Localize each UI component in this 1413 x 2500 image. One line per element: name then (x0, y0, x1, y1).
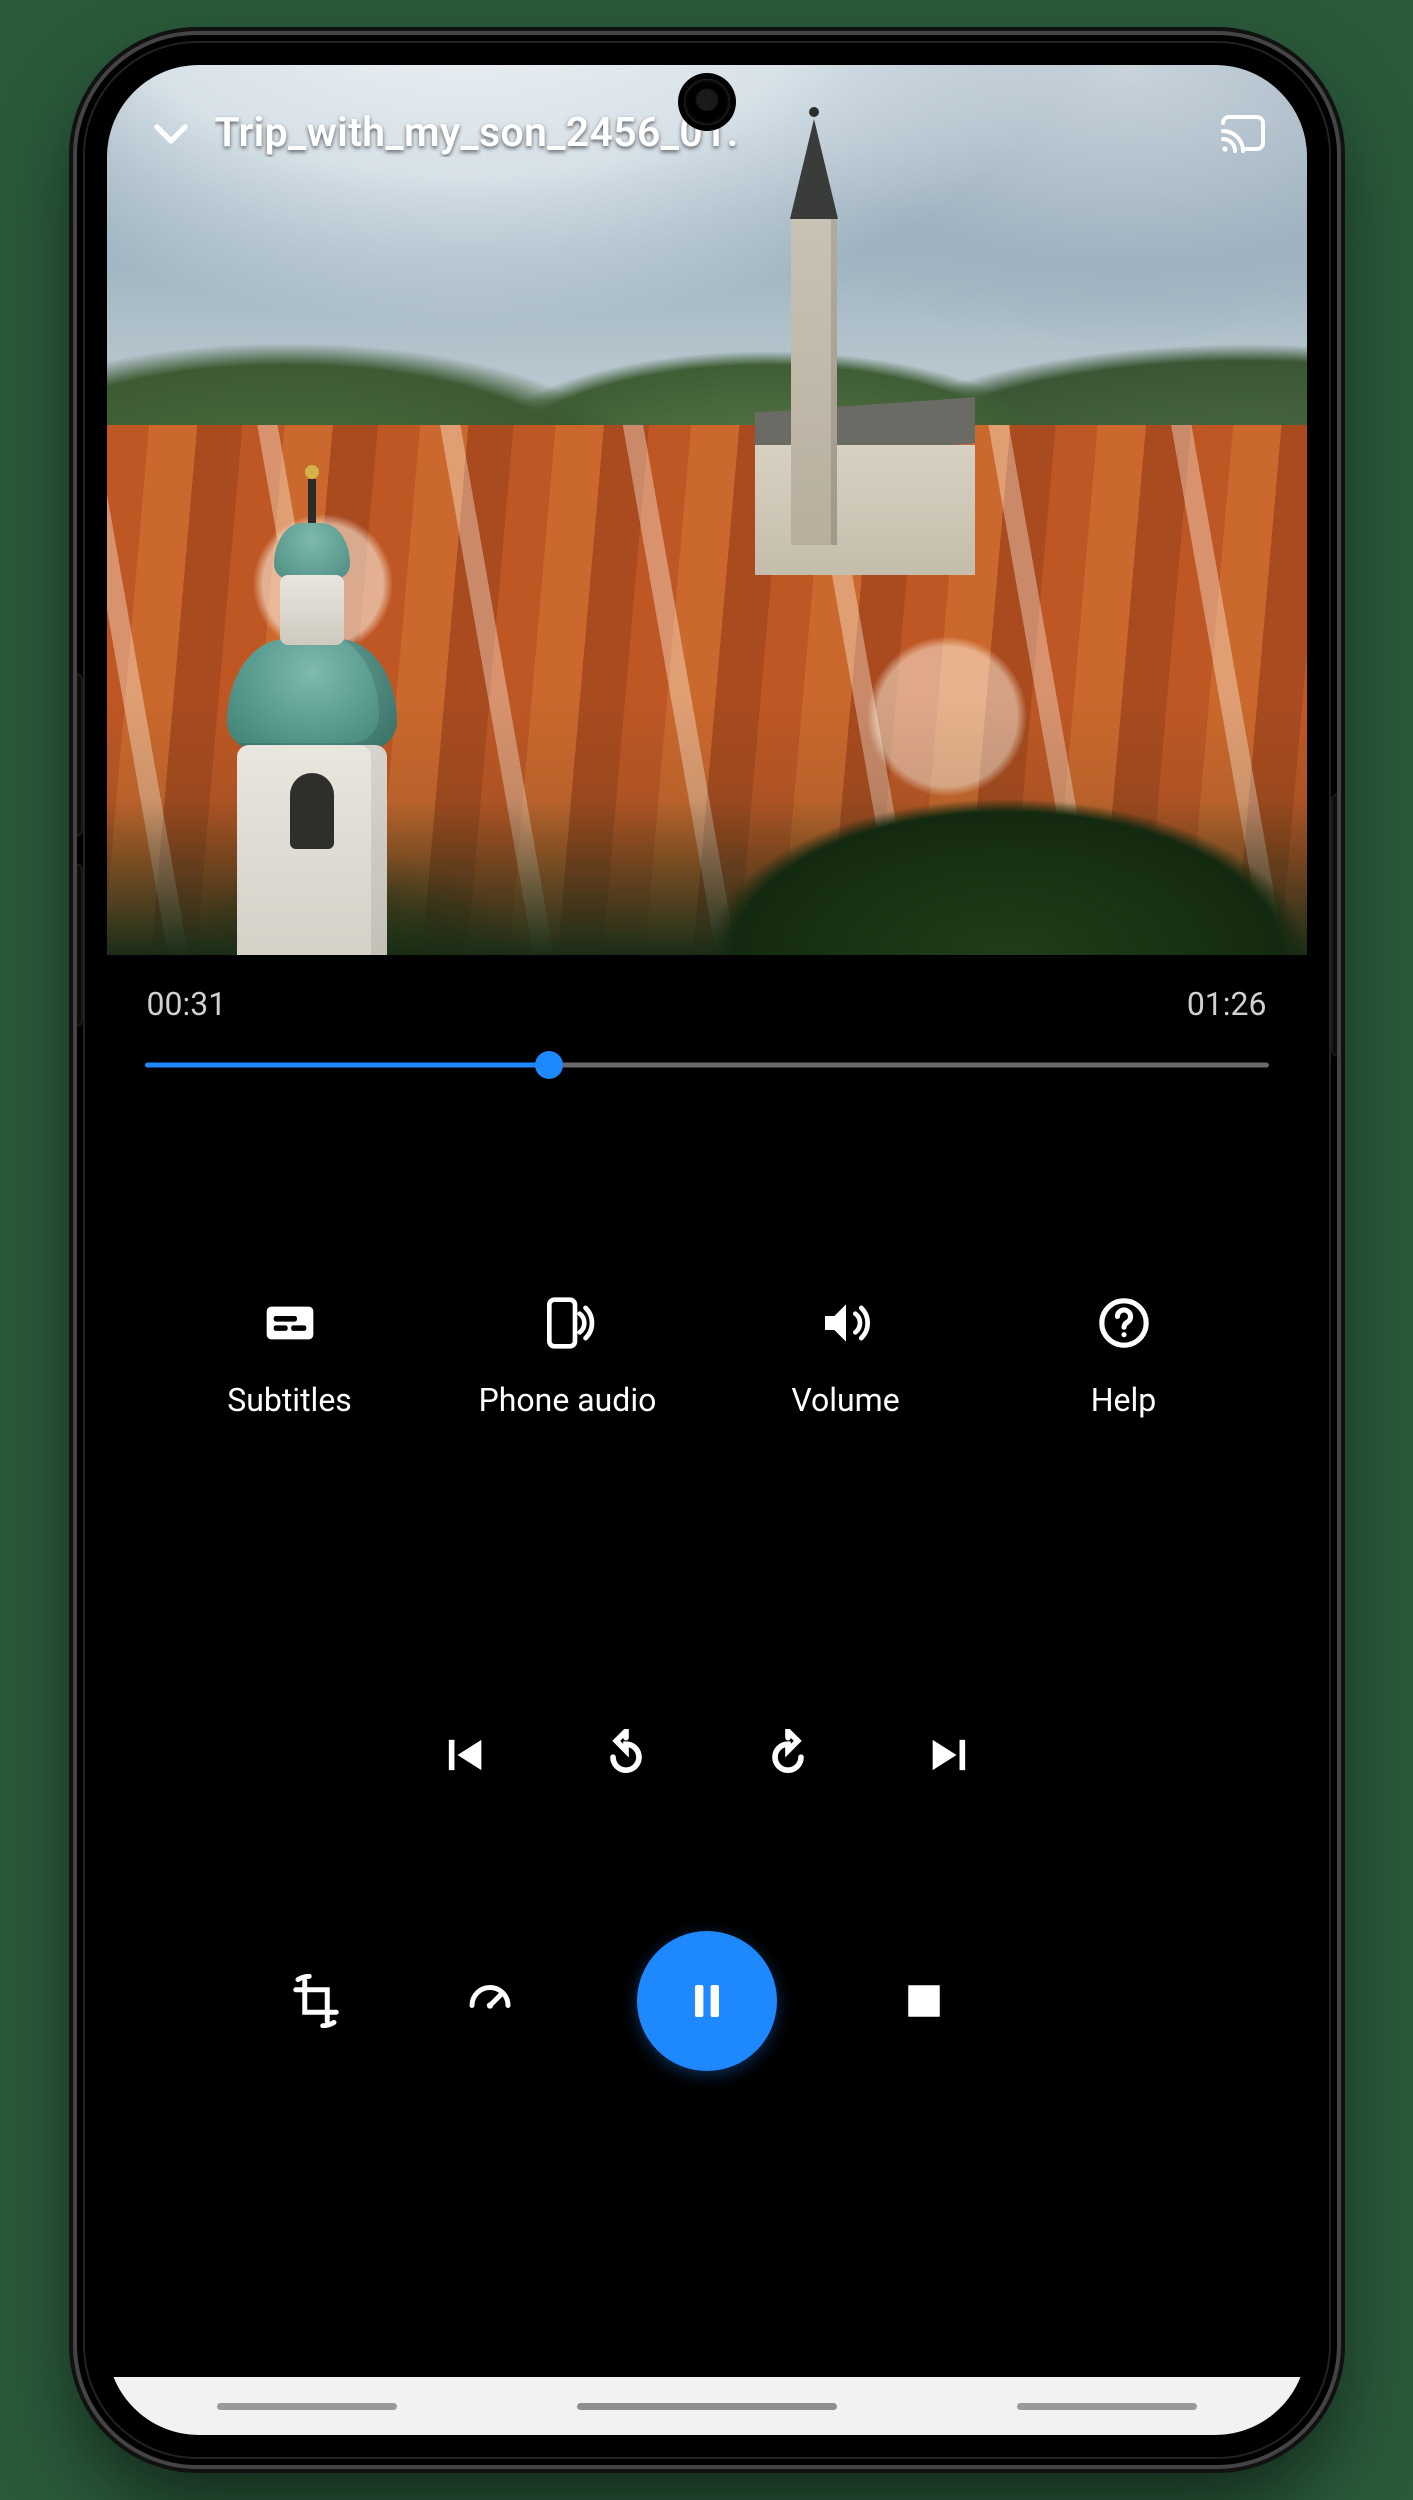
stop-icon (897, 1974, 951, 2028)
video-frame[interactable]: Trip_with_my_son_2456_01. (107, 65, 1307, 955)
gesture-navigation-bar[interactable] (107, 2377, 1307, 2435)
volume-icon (818, 1295, 874, 1351)
help-icon (1096, 1295, 1152, 1351)
rotate-crop-button[interactable] (289, 1974, 343, 2028)
phone-audio-label: Phone audio (479, 1381, 657, 1419)
skip-previous-icon (438, 1729, 490, 1781)
cast-icon[interactable] (1219, 109, 1267, 157)
total-duration: 01:26 (1187, 985, 1267, 1023)
forward-icon (762, 1729, 814, 1781)
subtitles-label: Subtitles (227, 1381, 352, 1419)
subtitles-button[interactable]: Subtitles (190, 1295, 390, 1419)
volume-button[interactable]: Volume (746, 1295, 946, 1419)
stop-button[interactable] (897, 1974, 951, 2028)
speed-icon (463, 1974, 517, 2028)
collapse-icon[interactable] (147, 109, 195, 157)
pause-button[interactable] (637, 1931, 777, 2071)
screen: Trip_with_my_son_2456_01. 00:3 (107, 65, 1307, 2435)
player-controls: 00:31 01:26 (107, 955, 1307, 2377)
next-track-button[interactable] (924, 1729, 976, 1781)
help-label: Help (1091, 1381, 1157, 1419)
seek-bar[interactable] (145, 1045, 1269, 1085)
rewind-button[interactable] (600, 1729, 652, 1781)
phone-volume-down-button (77, 865, 81, 1025)
phone-frame: Trip_with_my_son_2456_01. 00:3 (77, 35, 1337, 2465)
phone-audio-icon (540, 1295, 596, 1351)
elapsed-time: 00:31 (147, 985, 227, 1023)
phone-audio-button[interactable]: Phone audio (468, 1295, 668, 1419)
video-title: Trip_with_my_son_2456_01. (215, 109, 739, 157)
forward-button[interactable] (762, 1729, 814, 1781)
phone-power-button (1333, 795, 1337, 1055)
previous-track-button[interactable] (438, 1729, 490, 1781)
volume-label: Volume (791, 1381, 899, 1419)
skip-next-icon (924, 1729, 976, 1781)
front-camera-punch-hole (684, 79, 730, 125)
replay-icon (600, 1729, 652, 1781)
help-button[interactable]: Help (1024, 1295, 1224, 1419)
pause-icon (683, 1977, 731, 2025)
playback-speed-button[interactable] (463, 1974, 517, 2028)
rotate-crop-icon (289, 1974, 343, 2028)
phone-volume-up-button (77, 675, 81, 835)
subtitles-icon (262, 1295, 318, 1351)
